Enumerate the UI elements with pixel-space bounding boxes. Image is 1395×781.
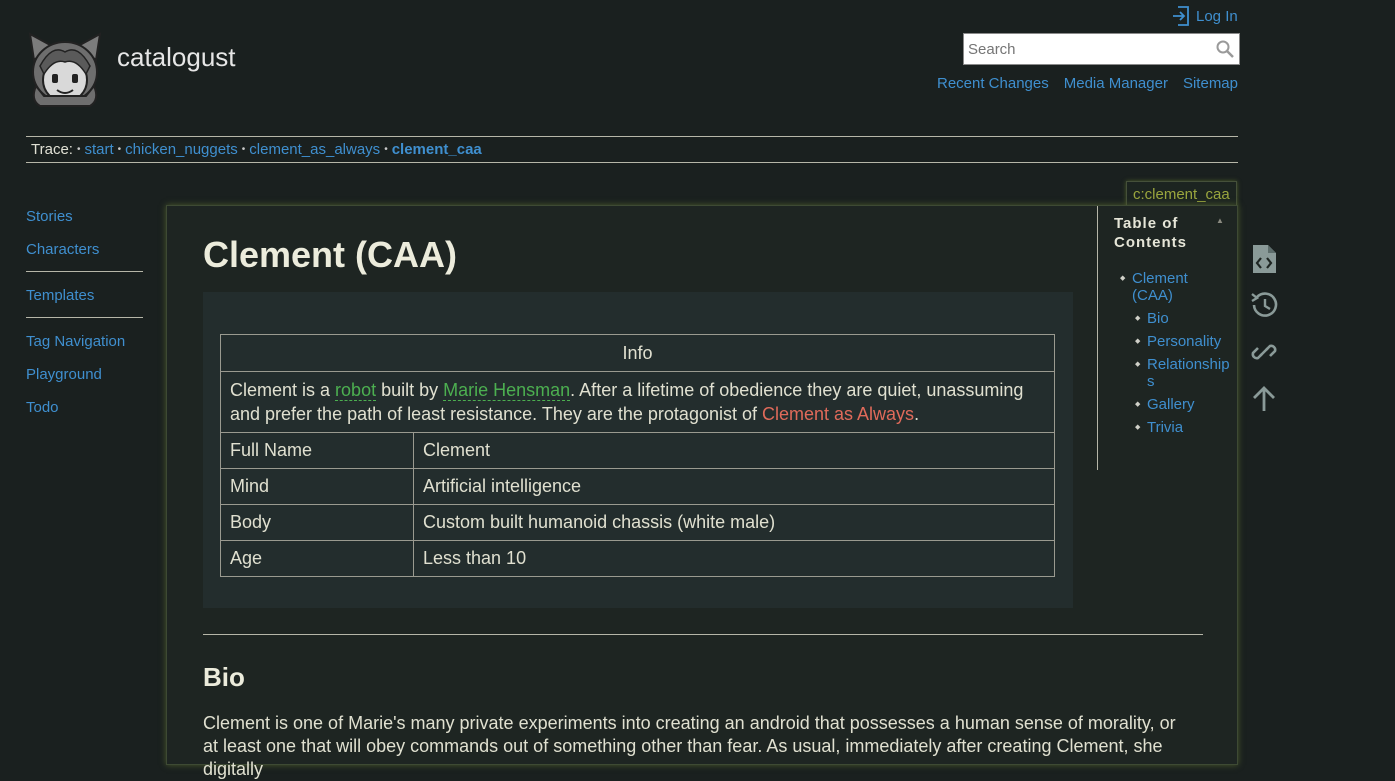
row-key: Age [220,540,414,577]
table-row: Full Name Clement [220,432,1055,469]
site-logo[interactable] [26,30,104,108]
toc-item[interactable]: Trivia [1135,419,1230,436]
row-value: Less than 10 [413,540,1055,577]
row-key: Full Name [220,432,414,469]
toc-link[interactable]: Bio [1147,310,1169,327]
login-link[interactable]: Log In [1172,6,1238,26]
infobox: Info Clement is a robot built by Marie H… [203,292,1073,608]
search-icon [1216,40,1234,58]
search-button[interactable] [1211,35,1239,63]
breadcrumb-separator: • [117,144,122,155]
sidebar-item-todo[interactable]: Todo [26,391,143,424]
sidebar-item-characters[interactable]: Characters [26,233,143,266]
backlinks-icon[interactable] [1248,336,1280,368]
sidebar-item-stories[interactable]: Stories [26,200,143,233]
desc-text: . [914,404,920,424]
row-key: Body [220,504,414,541]
view-source-icon[interactable] [1248,243,1280,275]
table-of-contents: Table of Contents ▲ Clement (CAA) Bio Pe… [1097,206,1237,470]
back-to-top-icon[interactable] [1248,383,1280,415]
row-value: Clement [413,432,1055,469]
sidebar: Stories Characters Templates Tag Navigat… [26,200,143,424]
table-row: Body Custom built humanoid chassis (whit… [220,504,1055,541]
section-divider [203,634,1203,635]
toc-link[interactable]: Personality [1147,333,1221,350]
site-title[interactable]: catalogust [117,42,236,73]
desc-text: built by [376,380,444,400]
media-manager-link[interactable]: Media Manager [1064,75,1168,92]
toc-link[interactable]: Relationships [1147,356,1230,390]
toc-item[interactable]: Gallery [1135,396,1230,413]
login-icon [1173,6,1189,26]
search-input[interactable] [964,34,1211,64]
robot-link[interactable]: robot [335,380,377,401]
info-description: Clement is a robot built by Marie Hensma… [220,371,1055,433]
toc-item[interactable]: Clement (CAA) [1120,270,1230,304]
bio-paragraph: Clement is one of Marie's many private e… [203,713,1176,779]
toc-item[interactable]: Bio [1135,310,1230,327]
sitemap-link[interactable]: Sitemap [1183,75,1238,92]
page-content: Clement (CAA) Info Clement is a robot bu… [166,205,1238,779]
info-table-header: Info [220,334,1055,372]
page-title: Clement (CAA) [203,234,458,275]
toc-link[interactable]: Trivia [1147,419,1183,436]
toc-link[interactable]: Clement (CAA) [1132,270,1188,304]
toc-item[interactable]: Personality [1135,333,1230,350]
breadcrumb-separator: • [241,144,246,155]
toc-list: Clement (CAA) Bio Personality Relationsh… [1120,270,1230,442]
breadcrumb-item-clement-caa[interactable]: clement_caa [392,141,482,158]
breadcrumb-item-chicken-nuggets[interactable]: chicken_nuggets [125,141,238,158]
breadcrumb-separator: • [384,144,388,155]
toc-toggle-icon[interactable]: ▲ [1216,216,1224,225]
page-id-tab: c:clement_caa [1126,181,1237,207]
recent-changes-link[interactable]: Recent Changes [937,75,1049,92]
sidebar-divider [26,271,143,272]
search-box [963,33,1240,65]
toc-item[interactable]: Relationships [1135,356,1230,390]
toc-link[interactable]: Gallery [1147,396,1195,413]
sidebar-item-playground[interactable]: Playground [26,358,143,391]
row-key: Mind [220,468,414,505]
table-row: Mind Artificial intelligence [220,468,1055,505]
login-label: Log In [1196,7,1238,25]
old-revisions-icon[interactable] [1248,289,1280,321]
row-value: Artificial intelligence [413,468,1055,505]
marie-hensman-link[interactable]: Marie Hensman [443,380,571,401]
info-table: Info Clement is a robot built by Marie H… [220,334,1055,577]
table-row: Age Less than 10 [220,540,1055,577]
breadcrumb: Trace: • start • chicken_nuggets • cleme… [26,136,1238,163]
breadcrumb-item-start[interactable]: start [84,141,113,158]
desc-text: Clement is a [230,380,336,400]
breadcrumb-separator: • [76,144,81,155]
sidebar-item-templates[interactable]: Templates [26,279,143,312]
breadcrumb-label: Trace: [31,141,73,158]
sidebar-item-tag-navigation[interactable]: Tag Navigation [26,325,143,358]
row-value: Custom built humanoid chassis (white mal… [413,504,1055,541]
bio-heading: Bio [203,662,245,692]
clement-as-always-link[interactable]: Clement as Always [762,404,914,424]
sidebar-divider [26,317,143,318]
top-navigation: Recent Changes Media Manager Sitemap [937,75,1238,92]
breadcrumb-item-clement-as-always[interactable]: clement_as_always [249,141,380,158]
